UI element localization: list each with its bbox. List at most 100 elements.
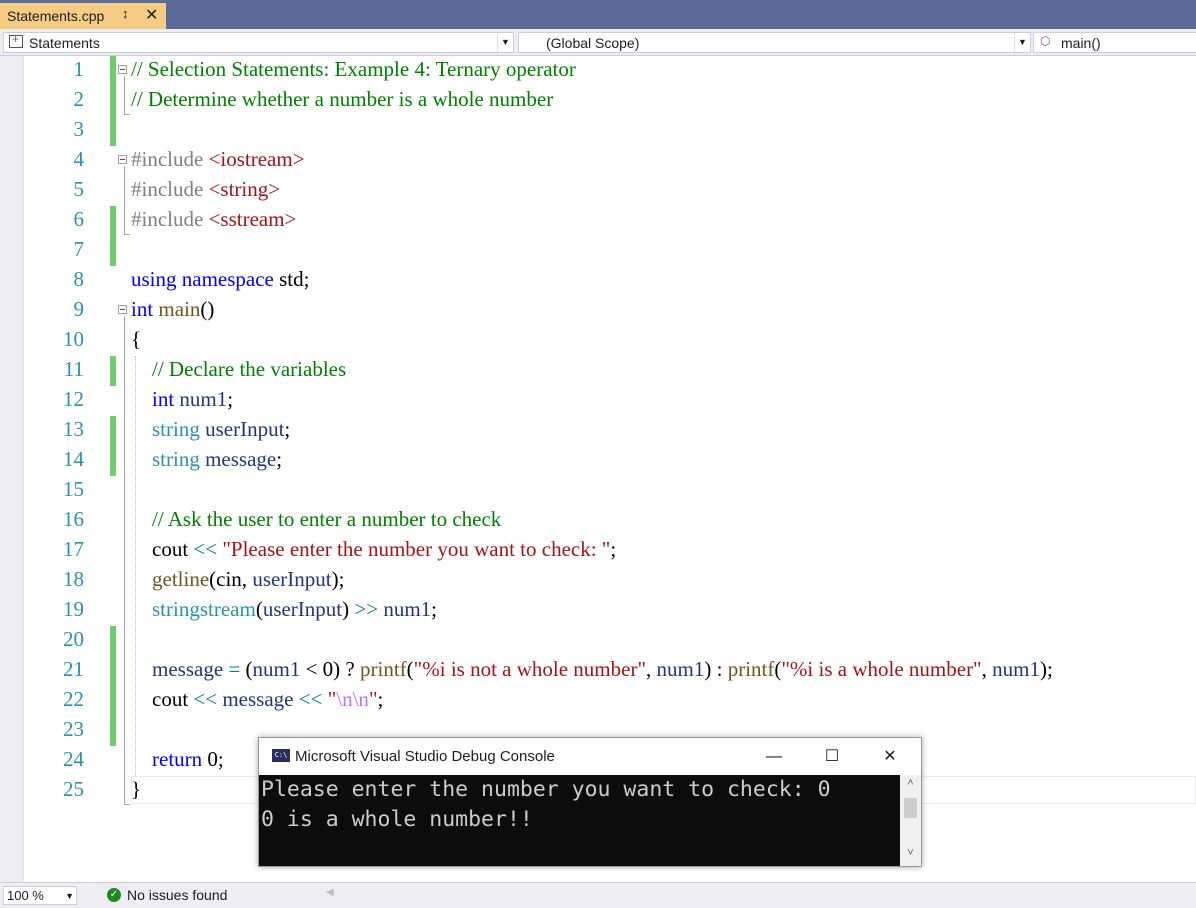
line-number: 22 xyxy=(63,687,84,711)
code-line[interactable]: 1 // Selection Statements: Example 4: Ter… xyxy=(0,56,1196,86)
line-number: 11 xyxy=(63,357,84,381)
code-token: string xyxy=(131,447,206,471)
collapse-icon[interactable] xyxy=(118,65,127,74)
change-marker xyxy=(110,686,116,716)
code-token: // Determine whether a number is a whole… xyxy=(131,87,554,111)
code-line[interactable]: 9 int main() xyxy=(0,296,1196,326)
line-number: 19 xyxy=(63,597,84,621)
code-line[interactable]: 18 getline(cin, userInput); xyxy=(0,566,1196,596)
line-number: 1 xyxy=(73,57,85,81)
code-line[interactable]: 21 message = (num1 < 0) ? printf("%i is … xyxy=(0,656,1196,686)
code-line[interactable]: 6 #include <sstream> xyxy=(0,206,1196,236)
change-marker xyxy=(110,116,116,146)
code-line[interactable]: 12 int num1; xyxy=(0,386,1196,416)
chevron-down-icon[interactable]: ▼ xyxy=(1014,33,1030,52)
code-line[interactable]: 8 using namespace std; xyxy=(0,266,1196,296)
code-text: #include <iostream> xyxy=(131,147,305,172)
code-token: num1 xyxy=(179,387,228,411)
code-token: ); xyxy=(331,567,345,591)
member-dropdown[interactable]: ⬡ main() xyxy=(1033,32,1196,53)
document-tab-strip: Statements.cpp ↕ ✕ xyxy=(0,0,1196,29)
scrollbar-thumb[interactable] xyxy=(904,798,917,818)
code-token: { xyxy=(131,327,142,351)
zoom-dropdown[interactable]: 100 % ▼ xyxy=(3,886,77,905)
line-number: 9 xyxy=(73,297,85,321)
code-line[interactable]: 13 string userInput; xyxy=(0,416,1196,446)
code-line[interactable]: 4 #include <iostream> xyxy=(0,146,1196,176)
debug-console-window[interactable]: C:\ Microsoft Visual Studio Debug Consol… xyxy=(258,737,922,867)
code-line[interactable]: 17 cout << "Please enter the number you … xyxy=(0,536,1196,566)
line-number: 23 xyxy=(63,717,84,741)
scroll-up-icon[interactable]: ˄ xyxy=(900,777,921,789)
code-token: stringstream xyxy=(131,597,256,621)
code-token: userInput xyxy=(262,597,343,621)
console-scrollbar[interactable]: ˄ ˅ xyxy=(900,775,921,866)
chevron-down-icon[interactable]: ▼ xyxy=(65,888,74,904)
console-title-bar[interactable]: C:\ Microsoft Visual Studio Debug Consol… xyxy=(259,738,921,775)
code-text: #include <sstream> xyxy=(131,207,296,232)
code-line[interactable]: 2 // Determine whether a number is a whol… xyxy=(0,86,1196,116)
maximize-icon[interactable]: ☐ xyxy=(809,738,855,775)
collapse-icon[interactable] xyxy=(118,155,127,164)
code-token: < 0) ? xyxy=(300,657,361,681)
code-token: <sstream> xyxy=(208,207,297,231)
code-text: using namespace std; xyxy=(131,267,309,292)
line-number: 17 xyxy=(63,537,84,561)
line-number: 12 xyxy=(63,387,84,411)
member-label: main() xyxy=(1061,35,1101,51)
code-token: } xyxy=(131,777,142,801)
project-dropdown[interactable]: Statements ▼ xyxy=(3,32,514,53)
line-number: 10 xyxy=(63,327,84,351)
close-icon[interactable]: ✕ xyxy=(867,738,913,775)
code-text: } xyxy=(131,777,141,802)
code-token: // Declare the variables xyxy=(131,357,347,381)
code-line[interactable]: 15 xyxy=(0,476,1196,506)
code-token: int xyxy=(131,297,159,321)
change-marker xyxy=(110,716,116,746)
code-token: int xyxy=(131,387,180,411)
code-token: ) xyxy=(342,597,355,621)
code-line[interactable]: 7 xyxy=(0,236,1196,266)
code-token: ( xyxy=(255,597,263,621)
code-line[interactable]: 20 xyxy=(0,626,1196,656)
code-line[interactable]: 3 xyxy=(0,116,1196,146)
code-token: " xyxy=(327,687,337,711)
status-bar: 100 % ▼ ✓ No issues found ◀ xyxy=(0,882,1196,908)
code-token: userInput xyxy=(205,417,285,441)
line-number: 8 xyxy=(73,267,85,291)
scroll-down-icon[interactable]: ˅ xyxy=(900,847,921,859)
pin-icon[interactable]: ↕ xyxy=(122,6,129,21)
code-line[interactable]: 19 stringstream(userInput) >> num1; xyxy=(0,596,1196,626)
change-marker xyxy=(110,626,116,656)
code-line[interactable]: 22 cout << message << "\n\n"; xyxy=(0,686,1196,716)
navigation-bar: Statements ▼ (Global Scope) ▼ ⬡ main() xyxy=(0,29,1196,56)
line-number: 20 xyxy=(63,627,84,651)
code-token: printf xyxy=(727,657,775,681)
code-line[interactable]: 5 #include <string> xyxy=(0,176,1196,206)
scope-dropdown[interactable]: (Global Scope) ▼ xyxy=(518,32,1031,53)
code-token: ; xyxy=(377,687,384,711)
code-token: , xyxy=(646,657,657,681)
line-number: 21 xyxy=(63,657,84,681)
code-line[interactable]: 10 { xyxy=(0,326,1196,356)
minimize-icon[interactable]: — xyxy=(751,738,797,775)
scroll-left-icon[interactable]: ◀ xyxy=(326,887,334,898)
chevron-down-icon[interactable]: ▼ xyxy=(497,33,513,52)
code-line[interactable]: 14 string message; xyxy=(0,446,1196,476)
change-marker xyxy=(110,656,116,686)
tab-statements-cpp[interactable]: Statements.cpp ↕ ✕ xyxy=(0,3,166,29)
issues-status[interactable]: No issues found xyxy=(127,887,227,903)
line-number: 14 xyxy=(63,447,84,471)
code-token: return xyxy=(131,747,208,771)
code-token: message xyxy=(131,657,229,681)
console-output[interactable]: Please enter the number you want to chec… xyxy=(259,775,900,866)
code-line[interactable]: 16 // Ask the user to enter a number to … xyxy=(0,506,1196,536)
code-text: // Declare the variables xyxy=(131,357,346,382)
close-icon[interactable]: ✕ xyxy=(145,5,158,25)
code-token: <string> xyxy=(208,177,281,201)
collapse-icon[interactable] xyxy=(118,305,127,314)
code-token: << xyxy=(193,687,223,711)
code-text: cout << "Please enter the number you wan… xyxy=(131,537,616,562)
code-line[interactable]: 11 // Declare the variables xyxy=(0,356,1196,386)
code-text: return 0; xyxy=(131,747,224,772)
